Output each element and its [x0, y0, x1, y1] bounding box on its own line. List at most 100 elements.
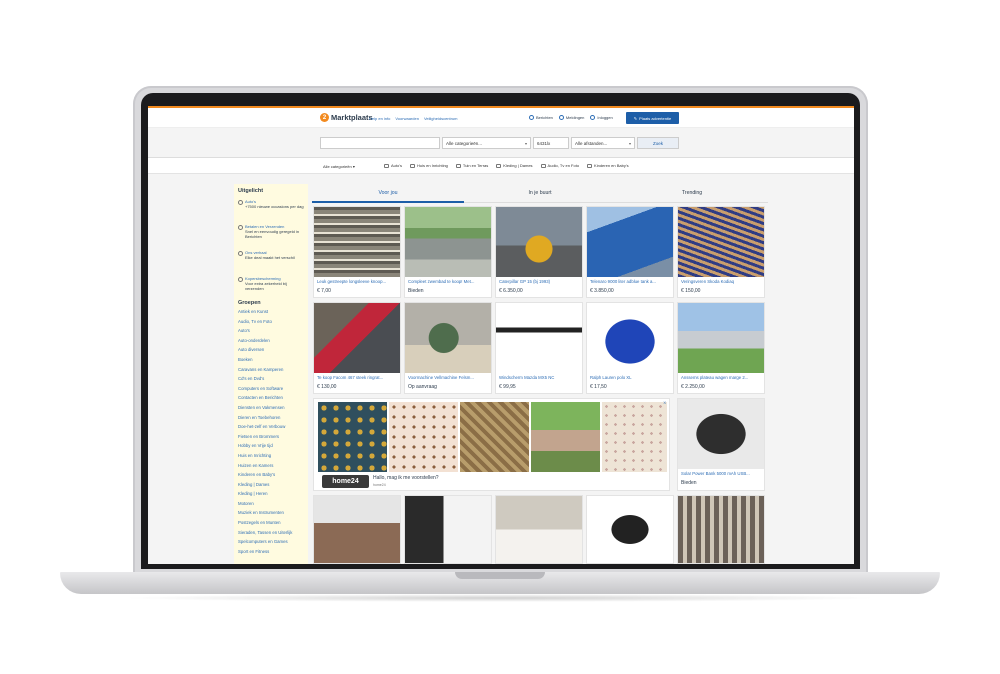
- group-link[interactable]: Contacten en Berichten: [238, 393, 292, 403]
- feed-tabs: Voor jou In je buurt Trending: [312, 186, 768, 203]
- group-link[interactable]: Boeken: [238, 355, 292, 365]
- category-label: Tuin en Terras: [462, 163, 489, 168]
- featured-item[interactable]: Kopersbescherming Voor extra zekerheid bi…: [238, 276, 306, 291]
- group-link[interactable]: Huizen en Kamers: [238, 461, 292, 471]
- bell-icon: [558, 115, 564, 120]
- listing-price: € 2.250,00: [681, 384, 705, 390]
- group-link[interactable]: Postzegels en Munten: [238, 518, 292, 528]
- listing-card[interactable]: Solar Power Bank 5000 mAh USB... Bieden: [677, 398, 765, 491]
- site-logo[interactable]: 2 Marktplaats: [320, 113, 373, 122]
- category-label: Kleding | Dames: [503, 163, 533, 168]
- featured-text: Snel en eenvoudig geregeld in Berichten: [245, 229, 300, 239]
- category-tuin[interactable]: Tuin en Terras: [455, 163, 489, 168]
- group-link[interactable]: Hobby en Vrije tijd: [238, 441, 292, 451]
- meldingen-label: Meldingen: [565, 115, 585, 120]
- group-link[interactable]: Cd's en Dvd's: [238, 374, 292, 384]
- group-link[interactable]: Auto's: [238, 326, 292, 336]
- tab-voor-jou[interactable]: Voor jou: [312, 190, 464, 203]
- group-link[interactable]: Auto-onderdelen: [238, 336, 292, 346]
- listing-card[interactable]: Te koop Facom 467 steek ringrat... € 130…: [313, 302, 401, 394]
- listing-card[interactable]: [677, 495, 765, 564]
- place-ad-button[interactable]: ✎ Plaats advertentie: [626, 112, 679, 124]
- laptop-shadow: [120, 594, 880, 602]
- listing-title: Windscherm Mazda MX5 NC: [499, 375, 555, 380]
- link-veiligheid[interactable]: Veiligheidscentrum: [424, 116, 458, 121]
- listing-image: [496, 303, 582, 373]
- link-help[interactable]: Help en info: [369, 116, 390, 121]
- tv-icon: [540, 163, 546, 168]
- listing-card[interactable]: Windscherm Mazda MX5 NC € 99,95: [495, 302, 583, 394]
- meldingen-button[interactable]: Meldingen: [558, 115, 585, 120]
- category-audio[interactable]: Audio, Tv en Foto: [540, 163, 580, 168]
- listing-card[interactable]: [313, 495, 401, 564]
- listing-card[interactable]: Veringsveren Skoda Kodiaq € 150,00: [677, 206, 765, 298]
- category-kinderen[interactable]: Kinderen en Baby's: [587, 163, 629, 168]
- group-link[interactable]: Diensten en Vakmensen: [238, 403, 292, 413]
- search-bar: Alle categorieën... ▾ 6431lx Alle afstand…: [148, 128, 854, 158]
- featured-item[interactable]: Ons verhaal Elke deal maakt het verschil: [238, 250, 306, 260]
- login-button[interactable]: Inloggen: [590, 115, 613, 120]
- search-button[interactable]: Zoek: [637, 137, 679, 149]
- category-label: Audio, Tv en Foto: [547, 163, 580, 168]
- group-link[interactable]: Huis en Inrichting: [238, 451, 292, 461]
- listing-card[interactable]: [404, 495, 492, 564]
- category-select[interactable]: Alle categorieën... ▾: [442, 137, 531, 149]
- listing-card[interactable]: Leuk gestreepte longsleeve knoop... € 7,…: [313, 206, 401, 298]
- group-link[interactable]: Kinderen en Baby's: [238, 470, 292, 480]
- listing-price: € 17,50: [590, 384, 607, 390]
- category-autos[interactable]: Auto's: [384, 163, 402, 168]
- ad-close-icon[interactable]: X: [663, 400, 666, 405]
- tab-in-je-buurt[interactable]: In je buurt: [464, 190, 616, 203]
- group-link[interactable]: Audio, Tv en Foto: [238, 317, 292, 327]
- ad-image: [389, 402, 458, 472]
- group-link[interactable]: Caravans en Kamperen: [238, 365, 292, 375]
- logo-text: Marktplaats: [331, 113, 373, 122]
- listing-card[interactable]: [586, 495, 674, 564]
- listing-card[interactable]: Compleet zwembad te koop! Met... Bieden: [404, 206, 492, 298]
- group-link[interactable]: Kleding | Dames: [238, 480, 292, 490]
- featured-item[interactable]: Betalen en Verzenden Snel en eenvoudig ge…: [238, 224, 306, 239]
- group-link[interactable]: Sieraden, Tassen en Uiterlijk: [238, 528, 292, 538]
- search-input[interactable]: [320, 137, 440, 149]
- place-ad-label: Plaats advertentie: [639, 115, 672, 121]
- category-huis[interactable]: Huis en Inrichting: [410, 163, 448, 168]
- group-link[interactable]: Fietsen en Brommers: [238, 432, 292, 442]
- group-link[interactable]: Spelcomputers en Games: [238, 537, 292, 547]
- group-link[interactable]: Dieren en Toebehoren: [238, 413, 292, 423]
- distance-select[interactable]: Alle afstanden... ▾: [571, 137, 635, 149]
- listing-card[interactable]: Anssems plateau wagen marge 2... € 2.250…: [677, 302, 765, 394]
- advertisement-banner[interactable]: X home24 Hallo, mag ik me voorstellen? h…: [313, 398, 670, 491]
- ad-image: [531, 402, 600, 472]
- garden-icon: [455, 163, 461, 168]
- listing-card[interactable]: Telenaro 9000 liter adblue tank a... € 3…: [586, 206, 674, 298]
- group-link[interactable]: Motoren: [238, 499, 292, 509]
- featured-title: Uitgelicht: [238, 188, 264, 194]
- ad-headline: Hallo, mag ik me voorstellen?: [373, 475, 439, 481]
- category-kleding[interactable]: Kleding | Dames: [496, 163, 533, 168]
- heart-icon: [238, 251, 243, 256]
- all-categories-dropdown[interactable]: Alle categorieën ▾: [320, 161, 380, 171]
- groups-title: Groepen: [238, 300, 261, 306]
- group-link[interactable]: Kleding | Heren: [238, 489, 292, 499]
- berichten-button[interactable]: Berichten: [529, 115, 553, 120]
- group-link[interactable]: Computers en Software: [238, 384, 292, 394]
- listing-card[interactable]: Ralph Lauren polo XL € 17,50: [586, 302, 674, 394]
- listing-title: Veringsveren Skoda Kodiaq: [681, 279, 735, 284]
- featured-item[interactable]: Auto's +7500 nieuwe occasions per dag: [238, 199, 306, 209]
- link-voorwaarden[interactable]: Voorwaarden: [395, 116, 419, 121]
- group-link[interactable]: Doe-het-zelf en Verbouw: [238, 422, 292, 432]
- tab-trending[interactable]: Trending: [616, 190, 768, 203]
- zipcode-input[interactable]: 6431lx: [533, 137, 569, 149]
- listing-price: € 6.350,00: [499, 288, 523, 294]
- group-link[interactable]: Sport en Fitness: [238, 547, 292, 557]
- listing-card[interactable]: Voormachine Vellmachine Felsm... Op aanv…: [404, 302, 492, 394]
- listing-card[interactable]: Caterpillar GP 15 (bj 1993) € 6.350,00: [495, 206, 583, 298]
- group-link[interactable]: Antiek en Kunst: [238, 307, 292, 317]
- listing-title: Compleet zwembad te koop! Met...: [408, 279, 475, 284]
- dress-icon: [496, 163, 502, 168]
- listing-card[interactable]: [495, 495, 583, 564]
- listing-price: € 150,00: [681, 288, 701, 294]
- group-link[interactable]: Auto diversen: [238, 345, 292, 355]
- chevron-down-icon: ▾: [352, 164, 355, 169]
- group-link[interactable]: Muziek en Instrumenten: [238, 508, 292, 518]
